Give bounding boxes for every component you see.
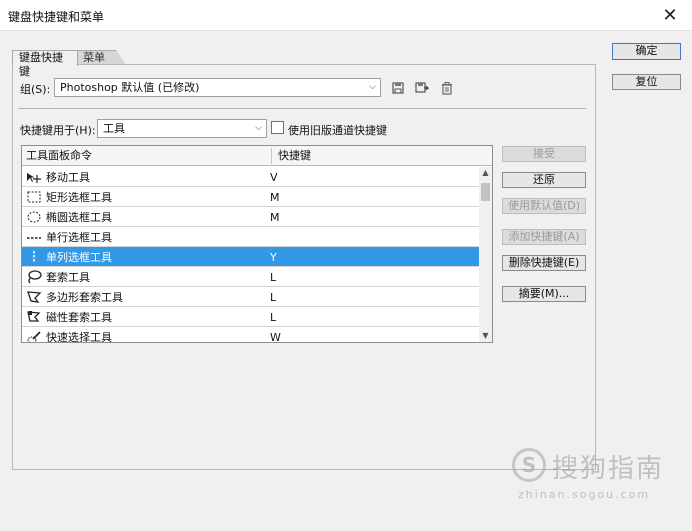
tab-keyboard-shortcuts[interactable]: 键盘快捷键	[12, 50, 78, 78]
table-row[interactable]: 多边形套索工具 L	[22, 287, 479, 307]
divider	[18, 108, 586, 109]
save-set-icon[interactable]	[391, 81, 405, 95]
shortcut-table: 工具面板命令 快捷键 移动工具 V 矩形选框工具 M 椭圆选框工具 M 单行选框…	[21, 145, 493, 343]
group-select-value: Photoshop 默认值 (已修改)	[60, 81, 200, 94]
use-default-button[interactable]: 使用默认值(D)	[502, 198, 586, 214]
table-row[interactable]: 快速选择工具 W	[22, 327, 479, 343]
shortcut-value: W	[270, 331, 281, 343]
command-label: 移动工具	[46, 171, 90, 184]
scroll-thumb[interactable]	[481, 183, 490, 201]
command-label: 椭圆选框工具	[46, 211, 112, 224]
window-title: 键盘快捷键和菜单	[8, 10, 105, 24]
table-header: 工具面板命令 快捷键	[22, 146, 492, 166]
group-select[interactable]: Photoshop 默认值 (已修改) ⌵	[54, 78, 381, 97]
close-icon: ✕	[662, 5, 678, 26]
shortcut-value: M	[270, 211, 280, 224]
shortcuts-for-value: 工具	[103, 122, 125, 135]
column-header-shortcut[interactable]: 快捷键	[274, 146, 311, 166]
legacy-channel-checkbox[interactable]	[271, 121, 284, 134]
ok-button[interactable]: 确定	[612, 43, 681, 60]
watermark: S 搜狗指南 zhinan.sogou.com	[512, 446, 682, 506]
accept-button[interactable]: 接受	[502, 146, 586, 162]
command-label: 多边形套索工具	[46, 291, 123, 304]
command-label: 磁性套索工具	[46, 311, 112, 324]
move-tool-icon	[27, 173, 41, 183]
polygonal-lasso-icon	[27, 291, 42, 303]
table-row[interactable]: 单行选框工具	[22, 227, 479, 247]
scroll-down-icon[interactable]: ▼	[479, 330, 492, 342]
add-shortcut-button[interactable]: 添加快捷键(A)	[502, 229, 586, 245]
table-row[interactable]: 磁性套索工具 L	[22, 307, 479, 327]
table-row[interactable]: 套索工具 L	[22, 267, 479, 287]
shortcut-value: L	[270, 291, 277, 304]
shortcuts-for-select[interactable]: 工具 ⌵	[97, 119, 267, 138]
lasso-tool-icon	[28, 270, 42, 284]
shortcut-value: M	[270, 191, 280, 204]
command-label: 快速选择工具	[46, 331, 112, 343]
delete-set-icon[interactable]	[440, 81, 454, 95]
shortcut-value: L	[270, 271, 277, 284]
undo-button[interactable]: 还原	[502, 172, 586, 188]
sogou-logo-icon: S	[512, 448, 546, 482]
tab-menus[interactable]: 菜单	[76, 50, 126, 65]
group-label: 组(S):	[20, 83, 51, 96]
shortcuts-for-label: 快捷键用于(H):	[20, 124, 96, 137]
shortcut-value: V	[270, 171, 278, 184]
single-column-marquee-icon	[33, 251, 35, 263]
legacy-channel-label: 使用旧版通道快捷键	[288, 124, 387, 137]
table-scrollbar[interactable]: ▲ ▼	[479, 167, 492, 342]
watermark-text: 搜狗指南	[552, 454, 665, 484]
chevron-down-icon: ⌵	[255, 123, 262, 133]
command-label: 单列选框工具	[46, 251, 112, 264]
watermark-url: zhinan.sogou.com	[518, 488, 651, 501]
table-row-selected[interactable]: 单列选框工具 Y	[22, 247, 479, 267]
elliptical-marquee-icon	[27, 211, 41, 223]
quick-selection-icon	[27, 331, 41, 342]
command-label: 矩形选框工具	[46, 191, 112, 204]
shortcut-value: L	[270, 311, 277, 324]
table-row[interactable]: 椭圆选框工具 M	[22, 207, 479, 227]
command-label: 单行选框工具	[46, 231, 112, 244]
title-bar: 键盘快捷键和菜单 ✕	[0, 0, 692, 31]
chevron-down-icon: ⌵	[369, 82, 376, 92]
single-row-marquee-icon	[27, 237, 41, 239]
command-label: 套索工具	[46, 271, 90, 284]
delete-shortcut-button[interactable]: 删除快捷键(E)	[502, 255, 586, 271]
summarize-button[interactable]: 摘要(M)...	[502, 286, 586, 302]
shortcut-value: Y	[270, 251, 277, 264]
rectangular-marquee-icon	[27, 191, 41, 203]
magnetic-lasso-icon	[27, 311, 41, 322]
scroll-up-icon[interactable]: ▲	[479, 167, 492, 179]
save-set-as-icon[interactable]	[415, 81, 429, 95]
table-row[interactable]: 移动工具 V	[22, 167, 479, 187]
reset-button[interactable]: 复位	[612, 74, 681, 90]
close-button[interactable]: ✕	[648, 0, 692, 31]
column-header-command[interactable]: 工具面板命令	[22, 146, 92, 166]
column-separator[interactable]	[271, 148, 272, 164]
table-row[interactable]: 矩形选框工具 M	[22, 187, 479, 207]
